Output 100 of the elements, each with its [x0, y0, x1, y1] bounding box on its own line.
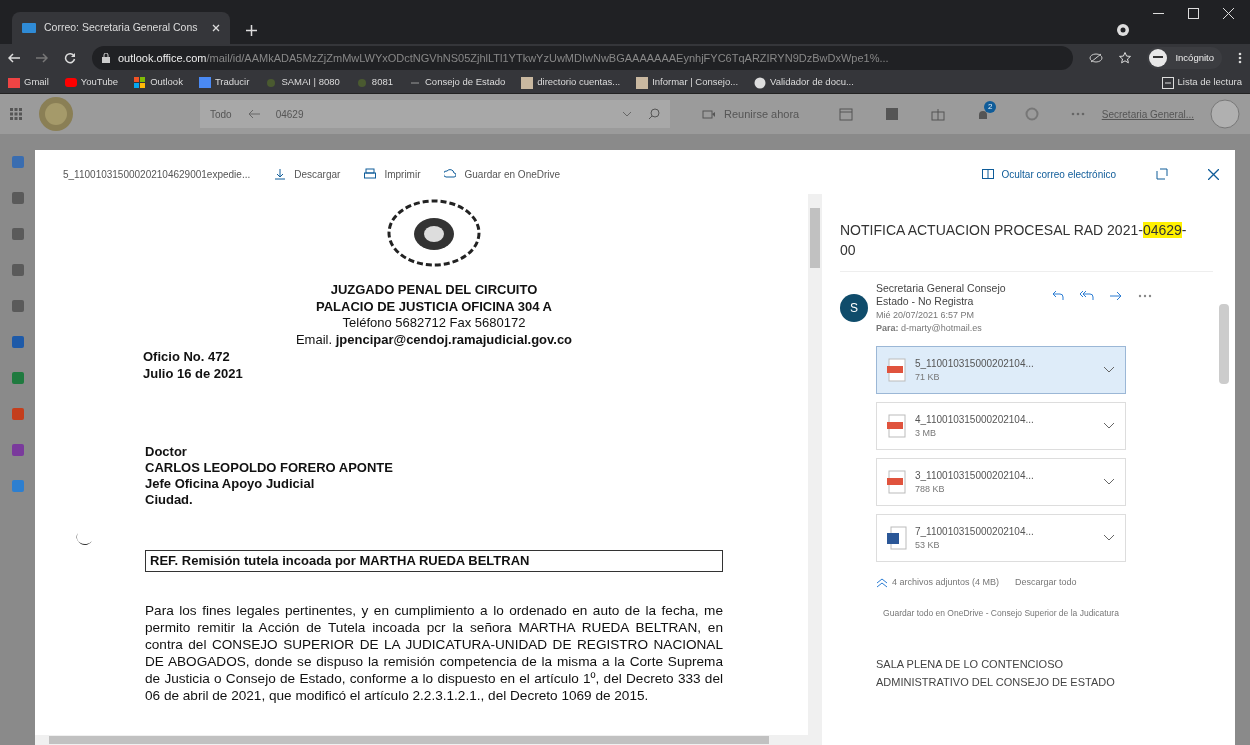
collapse-icon[interactable]	[876, 577, 888, 588]
reply-all-icon[interactable]	[1080, 290, 1094, 301]
reading-list-icon	[1161, 76, 1174, 89]
thumbnail-icon	[636, 76, 649, 89]
cloud-icon	[444, 168, 457, 180]
attachment-size: 3 MB	[915, 426, 937, 440]
save-all-link[interactable]: Guardar todo en OneDrive - Consejo Superior de la Judicatura	[876, 607, 1126, 621]
attachment-name: 3_110010315000202104...	[915, 468, 1035, 483]
reference-line: Oficio No. 472	[143, 348, 231, 365]
chevron-icon[interactable]	[622, 111, 632, 117]
file-name: 5_110010315000202104629001expedie...	[63, 167, 251, 182]
attachments-summary: 4 archivos adjuntos (4 MB)	[892, 575, 1000, 589]
reload-icon[interactable]	[64, 52, 76, 64]
attachment-card[interactable]: 7_110010315000202104... 53 KB	[876, 513, 1126, 562]
app-launcher-icon[interactable]	[10, 108, 22, 120]
profile-button[interactable]: Incógnito	[1147, 47, 1222, 69]
bookmark[interactable]: Consejo de Estado	[409, 75, 506, 90]
address-bar[interactable]: outlook.office.com/mail/id/AAMkADA5MzZjZmMwLWYxODctNGVhNS05ZjhlLTl1YTkwYzUwMDIwNwBGAAAAAAAEynhjFYC6TqARZIRYN9DzBwDxWpe1%...	[92, 46, 1074, 70]
hide-email-button[interactable]: Ocultar correo electrónico	[981, 166, 1116, 182]
attachment-name: 5_110010315000202104...	[915, 356, 1035, 371]
star-icon[interactable]	[1119, 52, 1132, 64]
reading-pane-scrollbar[interactable]	[1219, 304, 1229, 384]
reference-box: REF. Remisión tutela incoada por MARTHA RUEDA BELTRAN	[145, 550, 723, 572]
close-icon[interactable]	[1208, 168, 1219, 180]
attachment-size: 71 KB	[915, 370, 941, 384]
addressee-line: Jefe Oficina Apoyo Judicial	[145, 476, 316, 492]
attachment-name: 7_110010315000202104...	[915, 524, 1035, 539]
sent-date: Mié 20/07/2021 6:57 PM	[876, 308, 976, 322]
attachment-card[interactable]: 5_110010315000202104... 71 KB	[876, 345, 1126, 394]
download-all-link[interactable]: Descargar todo	[1015, 575, 1077, 590]
more-icon[interactable]	[1138, 293, 1152, 298]
gift-icon[interactable]	[931, 107, 946, 121]
chevron-icon[interactable]	[1103, 534, 1115, 542]
addressee-line: CARLOS LEOPOLDO FORERO APONTE	[145, 460, 394, 476]
attachment-size: 53 KB	[915, 538, 941, 552]
bookmark[interactable]: 8081	[355, 75, 393, 90]
lock-icon	[102, 53, 110, 63]
bookmark[interactable]: directorio cuentas...	[521, 75, 621, 90]
save-to-onedrive-button[interactable]: Guardar en OneDrive	[444, 166, 561, 182]
new-tab-icon[interactable]	[246, 25, 257, 36]
attachment-card[interactable]: 3_110010315000202104... 788 KB	[876, 457, 1126, 506]
url-path: /mail/id/AAMkADA5MzZjZmMwLWYxODctNGVhNS05ZjhlLTl1YTkwYzUwMDIwNwBGAAAAAAAEynhjFYC6TqARZIRYN9DzBwDxWpe1%...	[206, 51, 889, 64]
emblem-logo	[38, 96, 74, 132]
addressee-line: Ciudad.	[145, 492, 194, 508]
reference-line: Julio 16 de 2021	[143, 365, 244, 382]
browser-tab[interactable]: Correo: Secretaria General Cons	[12, 12, 230, 44]
reading-list-button[interactable]: Lista de lectura	[1161, 75, 1242, 90]
bookmark[interactable]: Outlook	[134, 75, 183, 90]
url-host: outlook.office.com	[118, 51, 207, 64]
body-paragraph: Para los fines legales pertinentes, y en cumplimiento a lo ordenado en auto de la fecha, me permito remitir la Acción de Tutela incoada pcr la señora MARTHA RUEDA BELTRAN, en contra del CONSEJO SUPERIOR DE LA JUDICATURA-UNIDAD DE REGISTRO NACIONAL DE ABOGADOS, donde se dispuso la remisión competencia de la misma a la Corte Suprema de Justicia o Consejo de Estado, conforme a lo dispuesto en el artículo 1º, del Decreto 333 del 06 de abril de 2021, que modificó el artículo 2.2.3.1.2.1., del Decreto 1069 de 2015.	[145, 601, 723, 704]
search-icon[interactable]	[648, 108, 660, 120]
notification-badge: 2	[984, 101, 997, 113]
vertical-scrollbar[interactable]	[808, 194, 822, 735]
forward-icon[interactable]	[1110, 290, 1122, 301]
print-button[interactable]: Imprimir	[364, 166, 421, 182]
chevron-icon[interactable]	[1103, 422, 1115, 430]
tab-title: Correo: Secretaria General Cons	[44, 20, 199, 36]
download-button[interactable]: Descargar	[274, 166, 341, 182]
panel-icon	[981, 169, 994, 179]
incognito-indicator-icon	[1117, 24, 1129, 36]
phone-line: Teléfono 5682712 Fax 5680172	[341, 315, 527, 332]
sender-name: Secretaria General Consejo Estado - No Registra	[876, 281, 1007, 309]
thumbnail-icon	[521, 76, 534, 89]
search-query: 04629	[275, 107, 305, 122]
bookmark[interactable]: Validador de docu...	[754, 75, 854, 90]
email-body: SALA PLENA DE LO CONTENCIOSO ADMINISTRATIVO DEL CONSEJO DE ESTADO	[876, 657, 1116, 690]
sender-avatar: S	[840, 293, 868, 322]
download-icon	[274, 168, 287, 180]
eye-off-icon[interactable]	[1089, 53, 1104, 63]
bookmark[interactable]: Informar | Consejo...	[636, 75, 739, 90]
more-icon[interactable]	[1071, 112, 1086, 116]
pdf-file-icon	[887, 469, 907, 494]
chevron-icon[interactable]	[1103, 366, 1115, 374]
reply-icon[interactable]	[1052, 290, 1064, 301]
bookmark[interactable]: Gmail	[8, 75, 49, 90]
pdf-file-icon	[887, 357, 907, 382]
back-arrow-icon[interactable]	[247, 109, 260, 119]
expand-icon[interactable]	[1156, 168, 1168, 180]
windows-icon	[134, 76, 147, 89]
menu-icon[interactable]	[1238, 52, 1242, 64]
addressee-line: Doctor	[145, 444, 188, 460]
video-icon	[702, 109, 716, 119]
bookmark[interactable]: YouTube	[64, 75, 119, 90]
back-icon[interactable]	[8, 53, 20, 63]
bookmark[interactable]: SAMAI | 8080	[265, 75, 340, 90]
chevron-icon[interactable]	[1103, 478, 1115, 486]
letterhead-line: JUZGADO PENAL DEL CIRCUITO	[329, 282, 539, 299]
attachment-name: 4_110010315000202104...	[915, 412, 1035, 427]
attachment-size: 788 KB	[915, 482, 946, 496]
printer-icon	[364, 168, 377, 180]
letterhead-line: PALACIO DE JUSTICIA OFICINA 304 A	[315, 298, 553, 315]
avatar-icon[interactable]	[1210, 99, 1240, 129]
forward-icon[interactable]	[36, 53, 48, 63]
attachment-card[interactable]: 4_110010315000202104... 3 MB	[876, 401, 1126, 450]
word-file-icon	[887, 525, 907, 550]
bookmark[interactable]: Traducir	[198, 75, 250, 90]
pdf-file-icon	[887, 413, 907, 438]
horizontal-scrollbar[interactable]	[35, 735, 822, 745]
recipient-line: Para: d-marty@hotmail.es	[876, 322, 983, 336]
maximize-icon[interactable]	[1188, 8, 1199, 19]
